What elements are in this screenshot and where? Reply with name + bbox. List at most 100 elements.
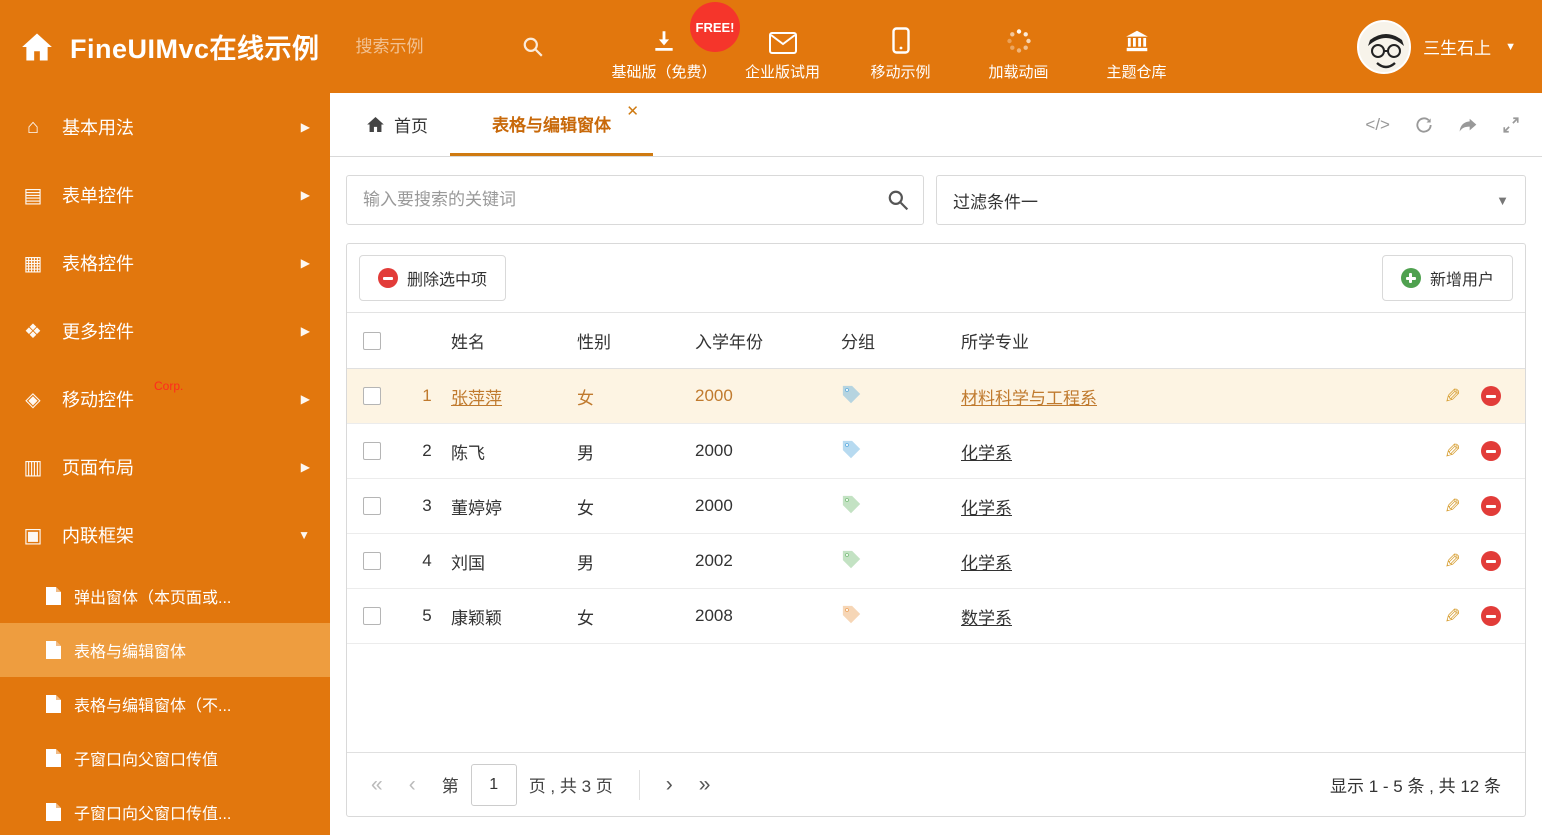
- cell-gender: 女: [577, 608, 594, 628]
- code-icon[interactable]: </>: [1365, 115, 1390, 135]
- delete-selected-button[interactable]: 删除选中项: [359, 255, 507, 301]
- filter-row: 过滤条件一 ▼: [346, 175, 1526, 225]
- sidebar-item-grid-controls[interactable]: ▦ 表格控件 ▶: [0, 229, 330, 297]
- sidebar-subitem-child-to-parent-2[interactable]: 子窗口向父窗口传值...: [0, 785, 330, 835]
- mobile-icon: ◈: [25, 388, 41, 411]
- row-checkbox[interactable]: [363, 387, 381, 405]
- cell-name: 康颖颖: [451, 608, 502, 628]
- close-icon[interactable]: ✕: [626, 102, 639, 120]
- nav-item-enterprise-trial[interactable]: 企业版试用: [731, 12, 835, 82]
- edit-icon[interactable]: ✎: [1444, 384, 1461, 409]
- delete-icon[interactable]: [1481, 496, 1501, 516]
- chevron-right-icon: ▶: [300, 324, 310, 338]
- sidebar-subitem-grid-edit-window[interactable]: 表格与编辑窗体: [0, 623, 330, 677]
- delete-icon[interactable]: [1481, 441, 1501, 461]
- page-number-input[interactable]: [470, 763, 517, 806]
- nav-item-loading-animation[interactable]: 加载动画: [967, 12, 1071, 82]
- sidebar-item-basic-usage[interactable]: ⌂ 基本用法 ▶: [0, 93, 330, 161]
- column-header-year[interactable]: 入学年份: [695, 328, 841, 353]
- nav-label: 基础版（免费）: [611, 63, 717, 81]
- edit-icon[interactable]: ✎: [1444, 549, 1461, 574]
- chevron-right-icon: ▶: [300, 460, 310, 474]
- sidebar-subitem-popup-window[interactable]: 弹出窗体（本页面或...: [0, 569, 330, 623]
- row-checkbox[interactable]: [363, 442, 381, 460]
- refresh-icon[interactable]: [1414, 115, 1434, 135]
- select-all-checkbox[interactable]: [363, 331, 381, 350]
- chevron-right-icon: ▶: [300, 256, 310, 270]
- table-row[interactable]: 5 康颖颖 女 2008 数学系 ✎: [347, 589, 1525, 644]
- delete-icon[interactable]: [1481, 551, 1501, 571]
- table-row[interactable]: 2 陈飞 男 2000 化学系 ✎: [347, 424, 1525, 479]
- table-row[interactable]: 4 刘国 男 2002 化学系 ✎: [347, 534, 1525, 589]
- layout-icon: ▥: [23, 456, 43, 479]
- nav-item-mobile-demo[interactable]: 移动示例: [849, 12, 953, 82]
- sidebar-item-page-layout[interactable]: ▥ 页面布局 ▶: [0, 433, 330, 501]
- form-icon: ▤: [23, 184, 43, 207]
- column-header-group[interactable]: 分组: [841, 328, 961, 353]
- sidebar-item-label: 基本用法: [62, 118, 134, 138]
- table-row[interactable]: 1 张萍萍 女 2000 材料科学与工程系 ✎: [347, 369, 1525, 424]
- edit-icon[interactable]: ✎: [1444, 604, 1461, 629]
- edit-icon[interactable]: ✎: [1444, 494, 1461, 519]
- user-name: 三生石上: [1423, 39, 1492, 58]
- major-link[interactable]: 化学系: [961, 444, 1012, 463]
- sidebar-item-mobile-controls[interactable]: ◈ 移动控件 Corp. ▶: [0, 365, 330, 433]
- search-icon[interactable]: [887, 189, 909, 211]
- column-header-major[interactable]: 所学专业: [961, 328, 1405, 353]
- free-badge: FREE!: [690, 2, 740, 52]
- sidebar-item-more-controls[interactable]: ❖ 更多控件 ▶: [0, 297, 330, 365]
- row-checkbox[interactable]: [363, 607, 381, 625]
- user-grid-panel: 删除选中项 新增用户 姓名 性别 入学年份 分组 所学专业 1 张萍萍 女 20…: [346, 243, 1526, 817]
- sidebar-subitem-child-to-parent[interactable]: 子窗口向父窗口传值: [0, 731, 330, 785]
- add-user-button[interactable]: 新增用户: [1381, 255, 1513, 301]
- tab-grid-edit-window[interactable]: 表格与编辑窗体 ✕: [450, 93, 653, 156]
- major-link[interactable]: 材料科学与工程系: [961, 389, 1097, 408]
- keyword-search-input[interactable]: [361, 189, 887, 211]
- next-page-icon[interactable]: ›: [666, 774, 673, 795]
- mobile-icon: [891, 26, 910, 54]
- sidebar-item-form-controls[interactable]: ▤ 表单控件 ▶: [0, 161, 330, 229]
- sidebar: ⌂ 基本用法 ▶ ▤ 表单控件 ▶ ▦ 表格控件 ▶ ❖ 更多控件 ▶ ◈ 移动: [0, 93, 330, 835]
- user-menu[interactable]: 三生石上 ▼: [1357, 19, 1542, 74]
- nav-label: 加载动画: [988, 63, 1049, 81]
- search-icon[interactable]: [522, 36, 544, 58]
- major-link[interactable]: 化学系: [961, 499, 1012, 518]
- header-search-input[interactable]: [353, 35, 514, 58]
- major-link[interactable]: 数学系: [961, 609, 1012, 628]
- last-page-icon[interactable]: »: [699, 774, 711, 795]
- delete-icon[interactable]: [1481, 606, 1501, 626]
- sidebar-subitem-label: 子窗口向父窗口传值...: [74, 806, 232, 823]
- sidebar-subitem-grid-edit-window-2[interactable]: 表格与编辑窗体（不...: [0, 677, 330, 731]
- major-link[interactable]: 化学系: [961, 554, 1012, 573]
- file-icon: [46, 695, 62, 713]
- first-page-icon[interactable]: «: [371, 774, 383, 795]
- delete-icon[interactable]: [1481, 386, 1501, 406]
- expand-icon[interactable]: [1502, 116, 1520, 134]
- nav-item-theme-repo[interactable]: 主题仓库: [1085, 12, 1189, 82]
- row-checkbox[interactable]: [363, 497, 381, 515]
- sidebar-subitem-label: 表格与编辑窗体: [74, 644, 187, 661]
- sidebar-item-label: 移动控件: [62, 390, 134, 410]
- tag-icon: [841, 494, 861, 514]
- cell-gender: 男: [577, 443, 594, 463]
- brand[interactable]: FineUIMvc在线示例: [0, 27, 340, 66]
- cell-name: 陈飞: [451, 443, 485, 463]
- sidebar-item-iframe[interactable]: ▣ 内联框架 ▼: [0, 501, 330, 569]
- chevron-right-icon: ▶: [300, 392, 310, 406]
- edit-icon[interactable]: ✎: [1444, 439, 1461, 464]
- tab-home[interactable]: 首页: [344, 93, 450, 156]
- frame-icon: ▣: [23, 524, 43, 547]
- column-header-gender[interactable]: 性别: [577, 328, 695, 353]
- sidebar-subitem-label: 表格与编辑窗体（不...: [74, 698, 232, 715]
- sidebar-subitem-label: 弹出窗体（本页面或...: [74, 590, 232, 607]
- table-row[interactable]: 3 董婷婷 女 2000 化学系 ✎: [347, 479, 1525, 534]
- share-icon[interactable]: [1458, 115, 1478, 135]
- divider: [638, 769, 640, 800]
- column-header-name[interactable]: 姓名: [451, 328, 577, 353]
- sidebar-subitem-label: 子窗口向父窗口传值: [74, 752, 219, 769]
- row-checkbox[interactable]: [363, 552, 381, 570]
- tab-bar: 首页 表格与编辑窗体 ✕ </>: [330, 93, 1542, 157]
- prev-page-icon[interactable]: ‹: [409, 774, 416, 795]
- row-index: 2: [422, 441, 432, 460]
- filter-dropdown[interactable]: 过滤条件一 ▼: [936, 175, 1526, 225]
